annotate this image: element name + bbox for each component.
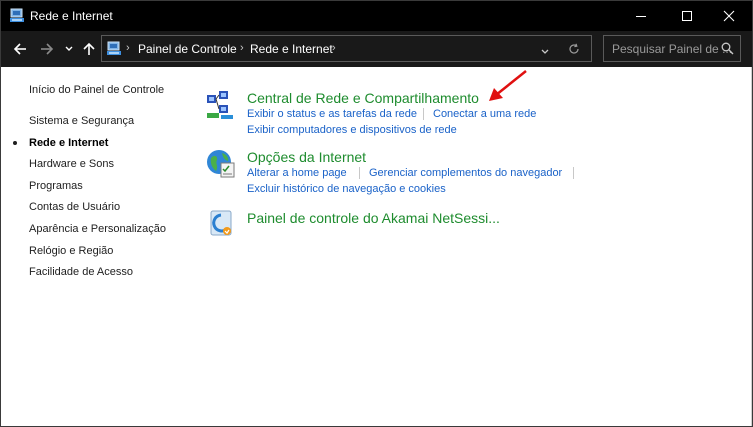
link-divider: [423, 108, 424, 120]
close-icon: [723, 10, 735, 22]
recent-locations-button[interactable]: [63, 39, 75, 59]
title-bar[interactable]: Rede e Internet: [1, 1, 752, 31]
sidebar-item-inicio[interactable]: Início do Painel de Controle: [29, 84, 164, 96]
forward-button[interactable]: [38, 39, 56, 59]
minimize-button[interactable]: [618, 1, 664, 31]
back-button[interactable]: [11, 39, 29, 59]
internet-options-heading[interactable]: Opções da Internet: [247, 149, 366, 165]
control-panel-icon: [106, 41, 122, 62]
search-box[interactable]: Pesquisar Painel de ...: [603, 35, 741, 62]
internet-options-icon[interactable]: [205, 148, 237, 180]
address-dropdown-button[interactable]: [540, 44, 550, 62]
sidebar-item-relogio-e-regiao[interactable]: Relógio e Região: [29, 245, 113, 257]
sidebar-item-facilidade-de-acesso[interactable]: Facilidade de Acesso: [29, 266, 133, 278]
forward-arrow-icon: [41, 43, 54, 55]
network-sharing-center-heading[interactable]: Central de Rede e Compartilhamento: [247, 90, 479, 106]
sidebar-item-aparencia-e-personalizacao[interactable]: Aparência e Personalização: [29, 223, 166, 235]
breadcrumb-separator-icon[interactable]: ›: [332, 42, 336, 54]
sidebar-item-hardware-e-sons[interactable]: Hardware e Sons: [29, 158, 114, 170]
link-manage-browser-addons[interactable]: Gerenciar complementos do navegador: [369, 167, 562, 179]
sidebar-item-sistema-e-seguranca[interactable]: Sistema e Segurança: [29, 115, 134, 127]
breadcrumb-separator-icon[interactable]: ›: [126, 42, 130, 54]
up-arrow-icon: [83, 42, 95, 55]
refresh-button[interactable]: [568, 42, 580, 60]
network-sharing-center-icon[interactable]: [205, 89, 237, 121]
chevron-down-icon: [541, 49, 549, 54]
minimize-icon: [636, 16, 646, 17]
link-divider: [573, 167, 574, 179]
search-input[interactable]: Pesquisar Painel de ...: [612, 42, 732, 56]
link-change-home-page[interactable]: Alterar a home page: [247, 167, 347, 179]
up-button[interactable]: [81, 39, 97, 59]
control-panel-window: Rede e Internet › Painel de Controle › R…: [0, 0, 753, 427]
content-area: Início do Painel de Controle Sistema e S…: [1, 67, 752, 426]
current-item-bullet: [13, 141, 17, 145]
annotation-arrow-icon: [489, 70, 527, 101]
link-divider: [359, 167, 360, 179]
address-bar[interactable]: › Painel de Controle › Rede e Internet ›: [101, 35, 592, 62]
breadcrumb-painel-de-controle[interactable]: Painel de Controle: [138, 42, 237, 56]
akamai-netsession-heading[interactable]: Painel de controle do Akamai NetSessi...: [247, 210, 500, 226]
close-button[interactable]: [706, 1, 752, 31]
link-delete-browsing-history[interactable]: Excluir histórico de navegação e cookies: [247, 183, 446, 195]
link-view-network-status[interactable]: Exibir o status e as tarefas da rede: [247, 108, 417, 120]
sidebar-item-contas-de-usuario[interactable]: Contas de Usuário: [29, 201, 120, 213]
maximize-button[interactable]: [664, 1, 710, 31]
sidebar-item-rede-e-internet[interactable]: Rede e Internet: [29, 137, 108, 149]
maximize-icon: [682, 11, 692, 21]
refresh-icon: [569, 43, 579, 54]
back-arrow-icon: [13, 43, 26, 55]
breadcrumb-separator-icon[interactable]: ›: [240, 42, 244, 54]
breadcrumb-rede-e-internet[interactable]: Rede e Internet: [250, 42, 333, 56]
control-panel-icon: [9, 8, 25, 24]
sidebar-item-programas[interactable]: Programas: [29, 180, 83, 192]
search-icon: [721, 42, 734, 55]
chevron-down-icon: [65, 46, 73, 51]
window-title: Rede e Internet: [30, 9, 113, 23]
link-connect-to-network[interactable]: Conectar a uma rede: [433, 108, 536, 120]
link-view-network-computers[interactable]: Exibir computadores e dispositivos de re…: [247, 124, 457, 136]
window-right-border: [751, 67, 752, 426]
akamai-netsession-icon[interactable]: [205, 207, 237, 239]
